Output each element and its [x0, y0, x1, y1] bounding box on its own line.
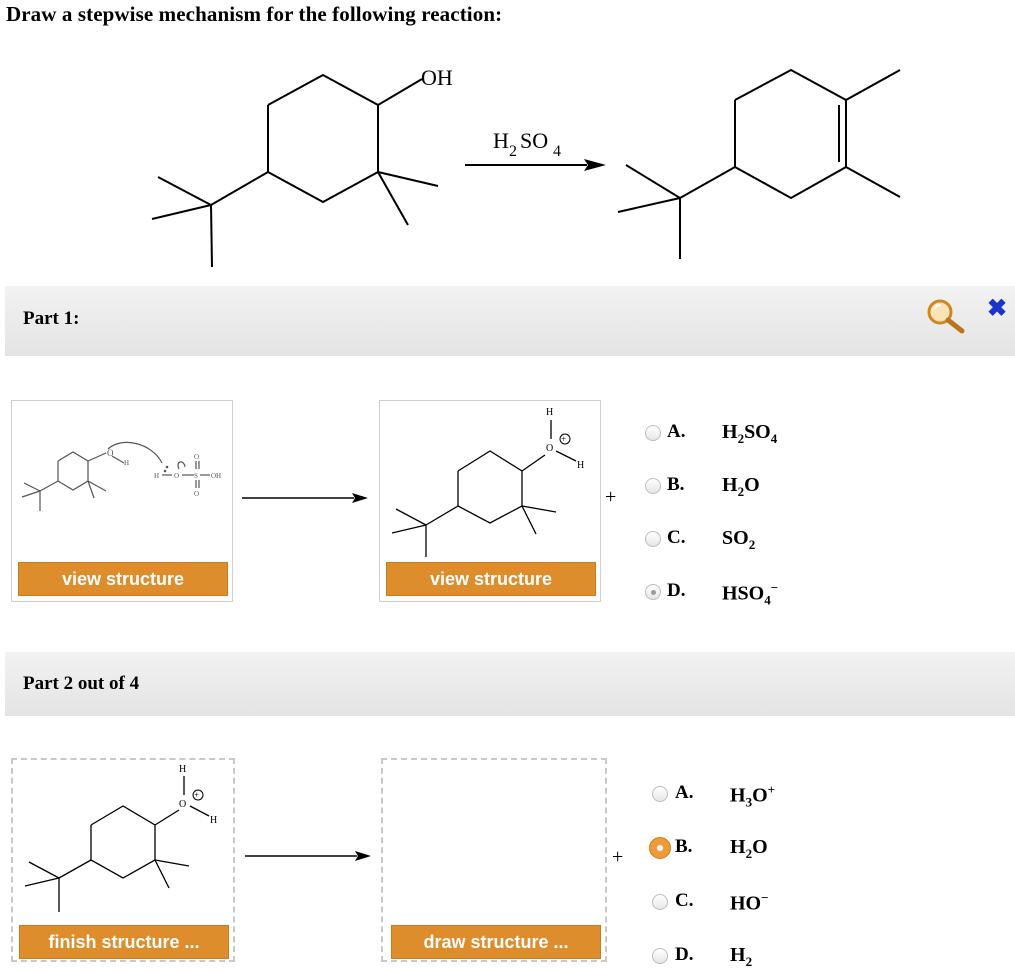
view-structure-button-1[interactable]: view structure: [18, 562, 228, 596]
option-letter[interactable]: D.: [667, 580, 685, 602]
part2-header: Part 2 out of 4: [5, 652, 1015, 716]
draw-structure-button[interactable]: draw structure ...: [391, 925, 601, 959]
option-formula[interactable]: H2: [730, 944, 752, 970]
radio-option-a[interactable]: [645, 425, 661, 441]
part2-oxonium-structure: H O H +: [24, 764, 217, 912]
option-formula[interactable]: SO2: [722, 527, 755, 553]
part1-mechanism-structure: O H H O S OH O O: [21, 441, 221, 511]
part1-structure-box-2: H O H + view structure: [379, 400, 601, 602]
radio-option-b[interactable]: [645, 478, 661, 494]
reactant-molecule: [151, 73, 439, 268]
mini-o2-label: O: [174, 472, 179, 480]
option-letter[interactable]: D.: [675, 944, 693, 966]
mini-h-label: H: [124, 459, 129, 467]
option-formula[interactable]: H3O+: [730, 782, 775, 811]
oxonium-o: O: [546, 443, 553, 454]
oxonium-h-right: H: [577, 460, 584, 471]
part1-plus: +: [605, 486, 617, 508]
part2-arrow: [245, 851, 371, 861]
radio-option-b[interactable]: [649, 837, 671, 859]
reagent-sub-2: 2: [509, 143, 517, 160]
part2-oxonium-o: O: [179, 799, 186, 810]
reagent-so: SO: [520, 128, 548, 153]
part1-structure-box-1: O H H O S OH O O view structure: [11, 400, 233, 602]
radio-option-a[interactable]: [652, 786, 668, 802]
option-formula[interactable]: H2O: [730, 836, 768, 862]
option-letter[interactable]: A.: [667, 421, 685, 443]
reagent-sub-4: 4: [553, 143, 561, 160]
mini-s-label: S: [194, 472, 198, 480]
option-formula[interactable]: H2SO4: [722, 421, 777, 447]
option-formula[interactable]: HO−: [730, 890, 769, 916]
option-formula[interactable]: H2O: [722, 474, 760, 500]
svg-text:+: +: [561, 434, 566, 444]
option-letter[interactable]: C.: [667, 527, 685, 549]
option-formula[interactable]: HSO4−: [722, 580, 778, 609]
radio-option-c[interactable]: [652, 894, 668, 910]
finish-structure-button[interactable]: finish structure ...: [19, 925, 229, 959]
part2-oxonium-h-top: H: [179, 764, 186, 775]
mini-o4-label: O: [194, 490, 199, 498]
part1-label: Part 1:: [23, 308, 80, 329]
radio-option-d[interactable]: [645, 584, 661, 600]
mini-h2-label: H: [154, 472, 159, 480]
view-structure-button-2[interactable]: view structure: [386, 562, 596, 596]
option-letter[interactable]: B.: [667, 474, 684, 496]
mini-oh-label: OH: [211, 472, 221, 480]
mini-o3-label: O: [194, 453, 199, 461]
mini-o-label: O: [107, 448, 114, 458]
reagent-h: H: [493, 128, 509, 153]
reaction-arrow: [465, 159, 606, 171]
part2-label: Part 2 out of 4: [23, 673, 140, 694]
part1-header: Part 1: ✖: [5, 286, 1015, 356]
option-letter[interactable]: C.: [675, 890, 693, 912]
option-letter[interactable]: A.: [675, 782, 693, 804]
part2-oxonium-h-right: H: [210, 815, 217, 826]
oh-label: OH: [421, 65, 453, 90]
reaction-scheme: OH H 2 SO 4: [151, 65, 901, 268]
part2-plus: +: [612, 846, 624, 868]
svg-text:+: +: [194, 790, 199, 800]
magnifier-icon[interactable]: [923, 296, 969, 334]
part1-arrow: [242, 493, 368, 503]
part1-oxonium-structure: H O H +: [391, 407, 584, 557]
close-icon[interactable]: ✖: [987, 294, 1007, 323]
option-letter[interactable]: B.: [675, 836, 692, 858]
oxonium-h-top: H: [546, 407, 553, 418]
part2-structure-box-1: H O H + finish structure ...: [11, 758, 235, 962]
product-molecule: [617, 68, 901, 259]
radio-option-c[interactable]: [645, 531, 661, 547]
page-title: Draw a stepwise mechanism for the follow…: [6, 2, 503, 26]
part2-structure-box-2[interactable]: draw structure ...: [381, 758, 607, 962]
radio-option-d[interactable]: [652, 948, 668, 964]
